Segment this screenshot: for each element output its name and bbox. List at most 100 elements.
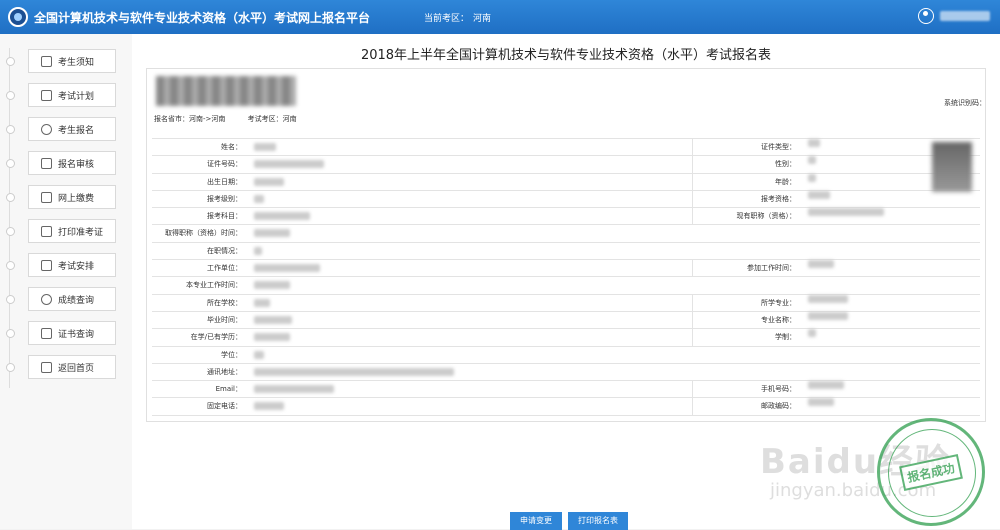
field-label: 出生日期： xyxy=(207,177,242,186)
sidebar-item-label: 考生须知 xyxy=(58,57,95,68)
table-row: 出生日期： 年龄： xyxy=(152,173,980,191)
app-title: 全国计算机技术与软件专业技术资格（水平）考试网上报名平台 xyxy=(34,10,371,25)
sidebar-item-label: 打印准考证 xyxy=(58,227,104,238)
sidebar-item-scores[interactable]: 成绩查询 xyxy=(6,287,116,311)
timeline-dot xyxy=(6,227,15,236)
field-label: 现有职称（资格）： xyxy=(692,208,802,225)
timeline-dot xyxy=(6,125,15,134)
sidebar-item-home[interactable]: 返回首页 xyxy=(6,355,116,379)
field-label xyxy=(692,243,802,259)
sidebar-item-notice[interactable]: 考生须知 xyxy=(6,49,116,73)
field-label: 固定电话： xyxy=(207,402,242,411)
field-label: 报考级别： xyxy=(207,194,242,203)
sidebar-item-label: 考试计划 xyxy=(58,91,95,102)
user-menu[interactable] xyxy=(918,8,990,24)
field-label: 本专业工作时间： xyxy=(186,281,242,290)
table-row: 姓名： 证件类型： xyxy=(152,139,980,157)
notice-icon xyxy=(41,55,52,67)
blurred-value xyxy=(254,212,310,221)
user-icon[interactable] xyxy=(918,8,934,24)
field-label: 工作单位： xyxy=(207,264,242,273)
field-label: 所学专业： xyxy=(692,294,802,311)
sidebar-item-label: 考生报名 xyxy=(58,125,95,136)
field-label: 专业名称： xyxy=(692,311,802,329)
action-buttons: 申请变更 打印报名表 xyxy=(510,512,628,530)
blurred-value xyxy=(254,350,264,359)
blurred-value xyxy=(808,208,884,217)
field-label: 证件号码： xyxy=(207,160,242,169)
field-label: 取得职称（资格）时间： xyxy=(165,229,242,238)
blurred-value xyxy=(254,333,290,342)
system-id: 系统识别码： xyxy=(944,99,986,107)
table-row: 取得职称（资格）时间： xyxy=(152,225,980,243)
blurred-value xyxy=(254,315,292,324)
apply-change-button[interactable]: 申请变更 xyxy=(510,512,562,530)
table-row: 在职情况： xyxy=(152,243,980,261)
current-region: 当前考区： 河南 xyxy=(420,11,491,24)
logo-icon xyxy=(8,7,28,27)
home-icon xyxy=(41,361,52,373)
blurred-value xyxy=(808,173,816,182)
blurred-value xyxy=(254,177,284,186)
sidebar-item-payment[interactable]: 网上缴费 xyxy=(6,185,116,209)
meta-province: 报名省市：河南->河南 xyxy=(154,115,226,123)
region-value: 河南 xyxy=(473,13,492,24)
sidebar-item-print-ticket[interactable]: 打印准考证 xyxy=(6,219,116,243)
blurred-value xyxy=(254,367,454,376)
clock-icon xyxy=(41,123,52,135)
blurred-value xyxy=(808,260,834,269)
region-label: 当前考区： xyxy=(424,13,470,24)
field-label xyxy=(692,364,802,380)
timeline-dot xyxy=(6,261,15,270)
top-bar: 全国计算机技术与软件专业技术资格（水平）考试网上报名平台 当前考区： 河南 xyxy=(0,0,1000,34)
print-form-button[interactable]: 打印报名表 xyxy=(568,512,628,530)
meta-line: 报名省市：河南->河南 考试考区：河南 xyxy=(154,114,317,124)
calendar-icon xyxy=(41,89,52,101)
blurred-value xyxy=(254,385,334,394)
blurred-value xyxy=(254,298,270,307)
blurred-value xyxy=(254,143,276,151)
field-label: 性别： xyxy=(692,156,802,173)
timeline-dot xyxy=(6,159,15,168)
blurred-applicant-name xyxy=(156,76,296,106)
computer-icon xyxy=(41,191,52,203)
sidebar-item-register[interactable]: 考生报名 xyxy=(6,117,116,141)
field-label: 学位： xyxy=(221,350,242,359)
blurred-value xyxy=(254,402,284,411)
sidebar-item-label: 证书查询 xyxy=(58,329,95,340)
field-label: 所在学校： xyxy=(207,298,242,307)
field-label: 在职情况： xyxy=(207,246,242,255)
sidebar-item-label: 考试安排 xyxy=(58,261,95,272)
sidebar-item-review[interactable]: 报名审核 xyxy=(6,151,116,175)
timeline-dot xyxy=(6,363,15,372)
field-label: 参加工作时间： xyxy=(692,260,802,277)
blurred-value xyxy=(254,160,324,169)
field-label xyxy=(692,225,802,241)
table-row: 报考级别： 报考资格： xyxy=(152,190,980,209)
field-label: 证件类型： xyxy=(692,139,802,156)
applicant-photo xyxy=(932,142,972,192)
document-icon xyxy=(41,157,52,169)
sidebar-item-certificate[interactable]: 证书查询 xyxy=(6,321,116,345)
table-row: 通讯地址： xyxy=(152,364,980,382)
table-row: 所在学校： 所学专业： xyxy=(152,294,980,312)
timeline-dot xyxy=(6,57,15,66)
blurred-value xyxy=(808,311,848,320)
sidebar-item-label: 报名审核 xyxy=(58,159,95,170)
field-label: Email： xyxy=(215,385,242,394)
timeline-dot xyxy=(6,91,15,100)
page-title: 2018年上半年全国计算机技术与软件专业技术资格（水平）考试报名表 xyxy=(360,48,772,63)
field-label: 学制： xyxy=(692,329,802,346)
meta-exam-area: 考试考区：河南 xyxy=(247,115,297,123)
blurred-value xyxy=(254,229,290,238)
search-icon xyxy=(41,293,52,305)
table-row: 在学/已有学历： 学制： xyxy=(152,329,980,347)
field-label: 手机号码： xyxy=(692,381,802,398)
table-row: 毕业时间： 专业名称： xyxy=(152,311,980,330)
blurred-value xyxy=(808,139,820,147)
sidebar-item-plan[interactable]: 考试计划 xyxy=(6,83,116,107)
field-label: 邮政编码： xyxy=(692,398,802,415)
timeline-dot xyxy=(6,329,15,338)
blurred-value xyxy=(808,381,844,390)
sidebar-item-schedule[interactable]: 考试安排 xyxy=(6,253,116,277)
